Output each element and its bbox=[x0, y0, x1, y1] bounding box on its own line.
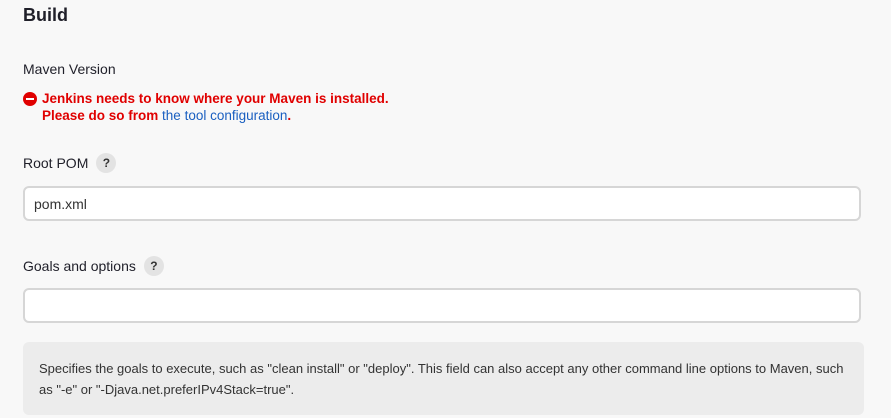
maven-error-message: Jenkins needs to know where your Maven i… bbox=[23, 90, 389, 124]
error-line-2: Please do so from the tool configuration… bbox=[23, 107, 389, 124]
goals-label-text: Goals and options bbox=[23, 258, 136, 274]
build-config-page: Build Maven Version Jenkins needs to kno… bbox=[0, 0, 891, 418]
root-pom-input[interactable] bbox=[23, 186, 861, 221]
maven-version-label-text: Maven Version bbox=[23, 61, 116, 77]
section-title: Build bbox=[23, 5, 68, 25]
error-line-2-prefix: Please do so from bbox=[42, 108, 163, 123]
goals-input[interactable] bbox=[23, 288, 861, 323]
root-pom-label: Root POM ? bbox=[23, 153, 117, 173]
root-pom-label-text: Root POM bbox=[23, 155, 89, 171]
error-stop-icon bbox=[23, 91, 37, 106]
goals-help-icon[interactable]: ? bbox=[143, 256, 164, 276]
error-line-1-text: Jenkins needs to know where your Maven i… bbox=[42, 91, 389, 106]
error-line-2-suffix: . bbox=[287, 108, 292, 123]
goals-label: Goals and options ? bbox=[23, 256, 164, 276]
maven-version-label: Maven Version bbox=[23, 60, 116, 78]
goals-help-box: Specifies the goals to execute, such as … bbox=[23, 342, 864, 415]
error-line-1: Jenkins needs to know where your Maven i… bbox=[23, 90, 389, 107]
root-pom-help-icon[interactable]: ? bbox=[96, 153, 117, 173]
tool-configuration-link[interactable]: the tool configuration bbox=[162, 108, 287, 123]
goals-help-text: Specifies the goals to execute, such as … bbox=[39, 361, 844, 397]
